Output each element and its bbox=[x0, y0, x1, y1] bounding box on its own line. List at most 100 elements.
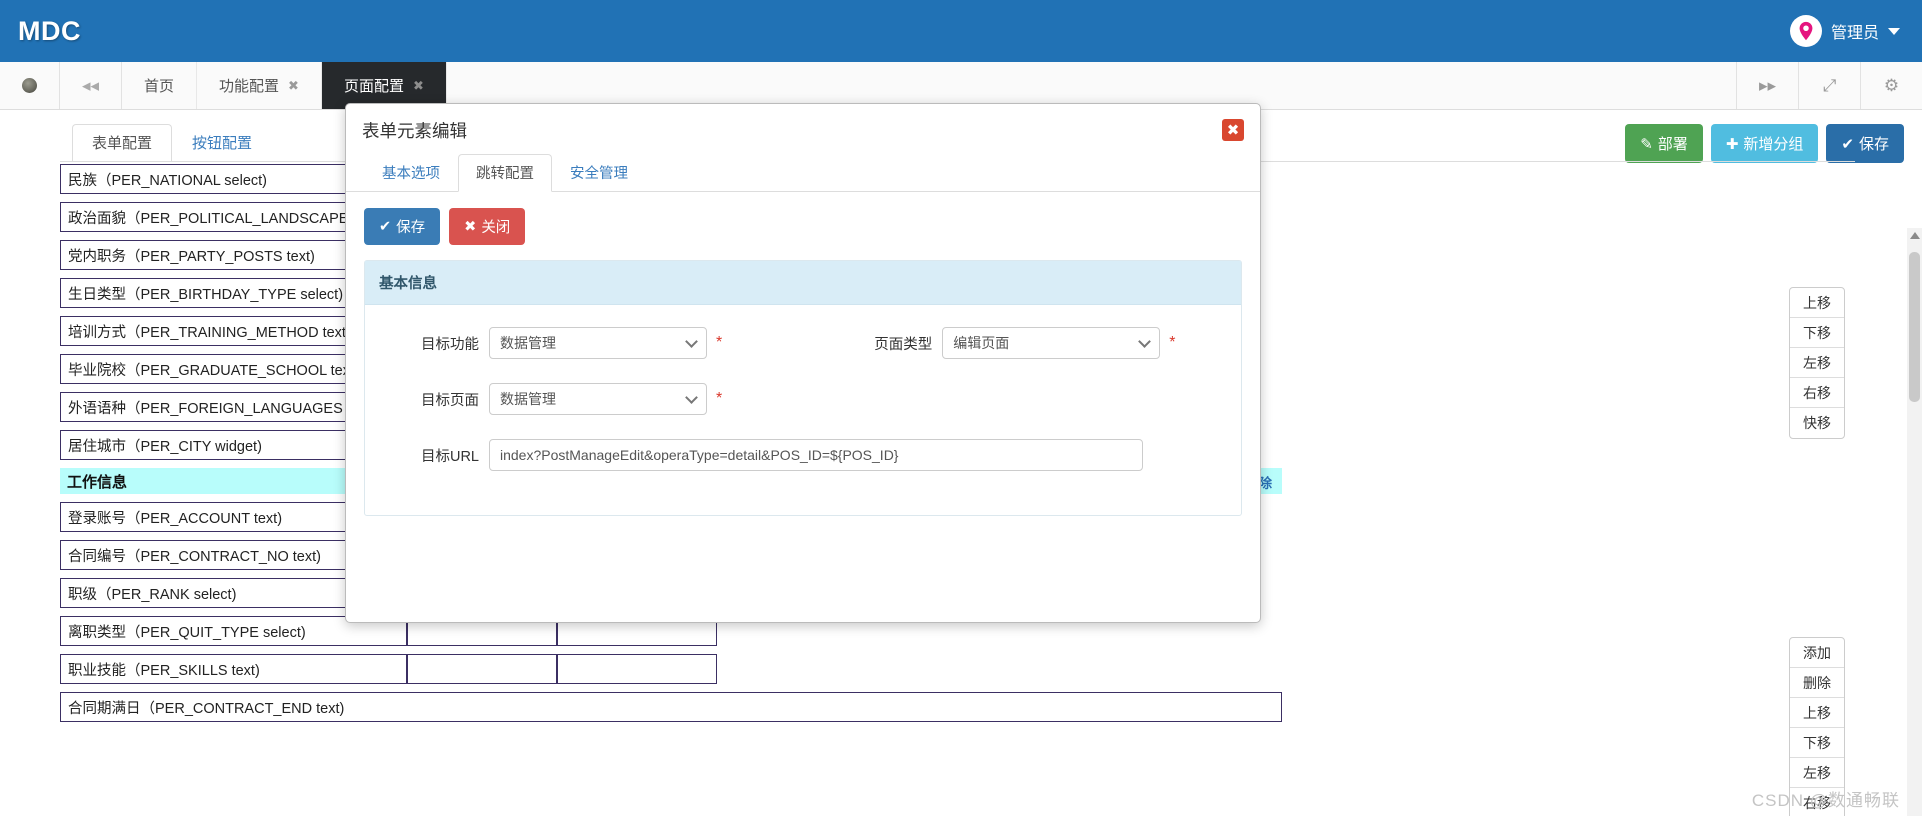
field-group-label: 工作信息 bbox=[67, 473, 128, 491]
target-url-value: index?PostManageEdit&operaType=detail&PO… bbox=[500, 447, 899, 463]
app-brand-logo: MDC bbox=[18, 15, 81, 46]
user-menu[interactable]: 管理员 bbox=[1789, 15, 1900, 47]
action-button-下移[interactable]: 下移 bbox=[1790, 728, 1844, 758]
page-scrollbar[interactable] bbox=[1907, 228, 1922, 816]
tab-function-config[interactable]: 功能配置 ✖ bbox=[197, 62, 322, 109]
tab-label: 安全管理 bbox=[570, 166, 628, 182]
close-icon[interactable]: ✖ bbox=[1222, 119, 1244, 141]
deploy-icon: ✎ bbox=[1640, 135, 1653, 153]
target-function-label: 目标功能 bbox=[421, 336, 479, 353]
close-icon[interactable]: ✖ bbox=[288, 78, 299, 94]
page-type-value: 编辑页面 bbox=[953, 335, 1010, 351]
username-label: 管理员 bbox=[1830, 25, 1879, 42]
save-button[interactable]: ✔ 保存 bbox=[1826, 124, 1904, 163]
target-function-value: 数据管理 bbox=[500, 335, 556, 351]
dialog-save-button[interactable]: ✔ 保存 bbox=[364, 208, 441, 245]
required-marker: * bbox=[716, 390, 723, 407]
collapse-tabs-button[interactable]: ◂◂ bbox=[60, 62, 122, 109]
deploy-button[interactable]: ✎ 部署 bbox=[1625, 124, 1703, 163]
tab-label: 按钮配置 bbox=[192, 135, 253, 152]
chevron-down-icon bbox=[685, 335, 698, 348]
target-function-select[interactable]: 数据管理 bbox=[489, 327, 707, 359]
action-button-上移[interactable]: 上移 bbox=[1790, 288, 1844, 318]
target-url-group: 目标URL index?PostManageEdit&operaType=det… bbox=[379, 439, 1143, 471]
tab-form-config[interactable]: 表单配置 bbox=[72, 124, 173, 162]
target-url-input[interactable]: index?PostManageEdit&operaType=detail&PO… bbox=[489, 439, 1143, 471]
avatar bbox=[1789, 15, 1822, 47]
application-root: MDC 管理员 ◂◂ 首页 功能配置 ✖ 页面配置 ✖ ▸▸ ⤢ ⚙ ✎ 部署 … bbox=[0, 0, 1922, 816]
basic-info-panel: 基本信息 目标功能 数据管理 * 页面类型 编辑页面 * 目标页面 数据管理 *… bbox=[364, 260, 1242, 516]
form-row-2: 目标页面 数据管理 * bbox=[379, 383, 1227, 415]
dialog-title: 表单元素编辑 bbox=[362, 120, 467, 141]
tab-label: 跳转配置 bbox=[476, 166, 534, 182]
scroll-up-arrow-icon[interactable] bbox=[1910, 232, 1920, 239]
page-type-group: 页面类型 编辑页面 * bbox=[842, 327, 1175, 359]
panel-body: 目标功能 数据管理 * 页面类型 编辑页面 * 目标页面 数据管理 * 目标UR… bbox=[365, 305, 1241, 515]
tab-security-management[interactable]: 安全管理 bbox=[552, 154, 646, 192]
tab-label: 页面配置 bbox=[343, 78, 404, 95]
required-marker: * bbox=[716, 334, 723, 351]
plus-icon: ✚ bbox=[1725, 135, 1739, 153]
field-row: 职业技能（PER_SKILLS text) bbox=[60, 654, 1802, 684]
add-group-button[interactable]: ✚ 新增分组 bbox=[1710, 124, 1819, 163]
target-url-label: 目标URL bbox=[420, 448, 479, 465]
action-button-左移[interactable]: 左移 bbox=[1790, 758, 1844, 788]
location-pin-icon bbox=[1799, 21, 1813, 41]
tab-jump-config[interactable]: 跳转配置 bbox=[458, 154, 552, 192]
gear-ball-icon bbox=[22, 78, 37, 93]
tab-label: 首页 bbox=[144, 78, 175, 95]
field-cell[interactable] bbox=[407, 654, 557, 684]
page-type-select[interactable]: 编辑页面 bbox=[942, 327, 1161, 359]
field-row: 合同期满日（PER_CONTRACT_END text) bbox=[60, 692, 1802, 722]
tab-button-config[interactable]: 按钮配置 bbox=[172, 124, 272, 162]
tab-label: 表单配置 bbox=[92, 135, 153, 152]
move-buttons-top: 上移 下移 左移 右移 快移 bbox=[1789, 287, 1845, 439]
add-group-label: 新增分组 bbox=[1743, 136, 1804, 153]
left-panel-tabs: 表单配置 按钮配置 bbox=[72, 124, 272, 162]
tab-home[interactable]: 首页 bbox=[122, 62, 198, 109]
sidebar-toggle-cell[interactable] bbox=[0, 62, 60, 109]
tab-basic-options[interactable]: 基本选项 bbox=[364, 154, 458, 192]
field-cell[interactable]: 合同期满日（PER_CONTRACT_END text) bbox=[60, 692, 1282, 722]
chevron-down-icon[interactable] bbox=[1888, 27, 1900, 35]
required-marker: * bbox=[1169, 334, 1176, 351]
double-chevron-right-icon[interactable]: ▸▸ bbox=[1736, 62, 1798, 109]
fullscreen-icon[interactable]: ⤢ bbox=[1798, 62, 1860, 109]
form-element-edit-dialog: 表单元素编辑 ✖ 基本选项 跳转配置 安全管理 ✔ 保存 ✖ 关闭 基本信息 目… bbox=[345, 103, 1261, 623]
panel-title: 基本信息 bbox=[365, 261, 1241, 305]
watermark: CSDN @数通畅联 bbox=[1751, 791, 1900, 810]
action-button-上移[interactable]: 上移 bbox=[1790, 698, 1844, 728]
dialog-header: 表单元素编辑 ✖ bbox=[346, 104, 1260, 156]
action-button-快移[interactable]: 快移 bbox=[1790, 408, 1844, 438]
tab-label: 功能配置 bbox=[219, 78, 280, 95]
dialog-save-label: 保存 bbox=[396, 220, 426, 236]
dialog-body: ✔ 保存 ✖ 关闭 基本信息 目标功能 数据管理 * 页面类型 编辑页面 * 目… bbox=[346, 192, 1260, 516]
scrollbar-thumb[interactable] bbox=[1909, 252, 1920, 402]
check-icon: ✔ bbox=[1841, 135, 1854, 153]
action-button-右移[interactable]: 右移 bbox=[1790, 378, 1844, 408]
dialog-close-button[interactable]: ✖ 关闭 bbox=[449, 208, 526, 245]
action-button-删除[interactable]: 删除 bbox=[1790, 668, 1844, 698]
action-button-添加[interactable]: 添加 bbox=[1790, 638, 1844, 668]
chevron-down-icon bbox=[1138, 335, 1152, 348]
close-icon[interactable]: ✖ bbox=[413, 78, 424, 94]
gear-icon[interactable]: ⚙ bbox=[1860, 62, 1922, 109]
target-page-label: 目标页面 bbox=[421, 392, 479, 409]
save-label: 保存 bbox=[1858, 136, 1889, 153]
target-function-group: 目标功能 数据管理 * bbox=[379, 327, 722, 359]
field-cell[interactable]: 职业技能（PER_SKILLS text) bbox=[60, 654, 407, 684]
tab-page-config[interactable]: 页面配置 ✖ bbox=[321, 62, 447, 109]
check-icon: ✔ bbox=[379, 218, 392, 235]
field-cell[interactable] bbox=[557, 654, 717, 684]
form-row-1: 目标功能 数据管理 * 页面类型 编辑页面 * bbox=[379, 327, 1227, 359]
chevron-down-icon bbox=[685, 391, 698, 404]
action-button-下移[interactable]: 下移 bbox=[1790, 318, 1844, 348]
page-toolbar: ✎ 部署 ✚ 新增分组 ✔ 保存 bbox=[1625, 124, 1904, 163]
target-page-select[interactable]: 数据管理 bbox=[489, 383, 707, 415]
action-button-左移[interactable]: 左移 bbox=[1790, 348, 1844, 378]
dialog-close-label: 关闭 bbox=[481, 220, 511, 236]
dialog-action-buttons: ✔ 保存 ✖ 关闭 bbox=[364, 208, 1242, 245]
tabstrip-right-icons: ▸▸ ⤢ ⚙ bbox=[1736, 62, 1922, 109]
form-row-3: 目标URL index?PostManageEdit&operaType=det… bbox=[379, 439, 1227, 471]
deploy-label: 部署 bbox=[1657, 136, 1688, 153]
